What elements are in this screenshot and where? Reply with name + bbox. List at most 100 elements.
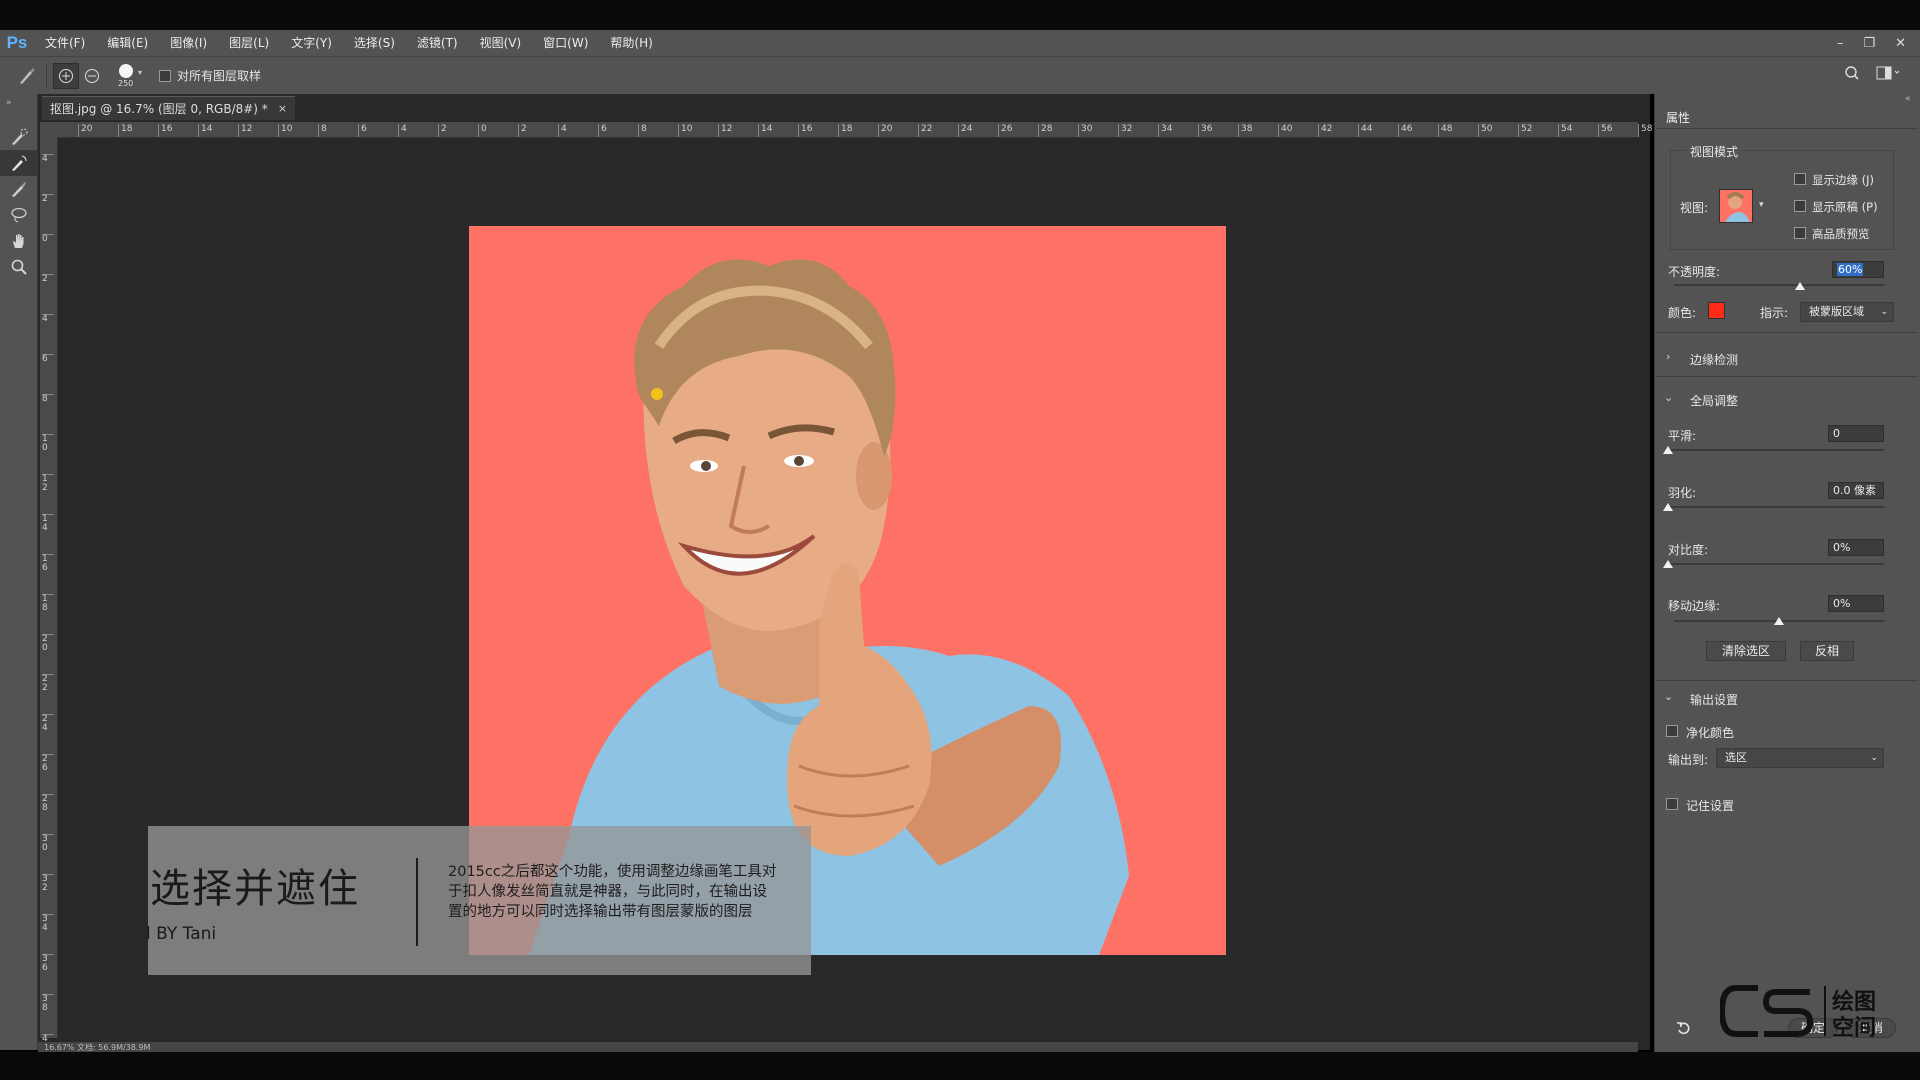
menu-item[interactable]: 图层(L) xyxy=(218,30,280,56)
global-refinements-heading[interactable]: 全局调整 xyxy=(1690,392,1738,409)
ruler-tick-label: 2 xyxy=(518,124,527,137)
show-edge-checkbox[interactable] xyxy=(1794,173,1806,185)
document-tab[interactable]: 抠图.jpg @ 16.7% (图层 0, RGB/8#) * × xyxy=(42,96,296,120)
menu-item[interactable]: 视图(V) xyxy=(469,30,533,56)
ruler-tick-label: 3 2 xyxy=(42,874,54,893)
ruler-tick-label: 24 xyxy=(958,124,972,137)
contrast-slider-thumb[interactable] xyxy=(1663,560,1673,568)
decontaminate-checkbox[interactable] xyxy=(1666,725,1678,737)
overlay-color-swatch[interactable] xyxy=(1708,302,1725,319)
ruler-tick-label: 20 xyxy=(78,124,92,137)
output-settings-heading[interactable]: 输出设置 xyxy=(1690,691,1738,708)
add-to-selection-icon[interactable] xyxy=(53,62,79,89)
vertical-ruler: 4 2 0 2 4 6 8 1 0 1 2 1 4 1 6 1 8 2 0 2 2 2 4 2 6 2 8 3 0… xyxy=(40,138,58,1053)
menu-item[interactable]: 图像(I) xyxy=(159,30,218,56)
shift-edge-slider-thumb[interactable] xyxy=(1774,617,1784,625)
ruler-tick-label: 30 xyxy=(1078,124,1092,137)
ruler-tick-label: 0 xyxy=(42,234,54,244)
menu-item[interactable]: 编辑(E) xyxy=(96,30,159,56)
opacity-slider-track[interactable] xyxy=(1674,284,1884,286)
ruler-tick-label: 16 xyxy=(158,124,172,137)
reset-icon[interactable] xyxy=(1676,1020,1692,1039)
quick-selection-tool-icon[interactable] xyxy=(0,124,38,150)
output-to-dropdown[interactable]: 选区 ⌄ xyxy=(1716,748,1884,768)
watermark-divider xyxy=(1824,986,1826,1036)
zoom-tool-icon[interactable] xyxy=(0,254,38,280)
menu-item[interactable]: 文件(F) xyxy=(34,30,96,56)
chevron-down-icon[interactable]: ⌄ xyxy=(1664,391,1673,404)
smooth-slider-thumb[interactable] xyxy=(1663,446,1673,454)
close-icon[interactable]: ✕ xyxy=(1895,36,1906,51)
ruler-tick-label: 54 xyxy=(1558,124,1572,137)
chevron-down-icon[interactable]: ⌄ xyxy=(1664,690,1673,703)
ruler-tick-label: 1 4 xyxy=(42,514,54,533)
watermark-text-bottom: 空间 xyxy=(1832,1016,1877,1041)
document-title: 抠图.jpg @ 16.7% (图层 0, RGB/8#) * xyxy=(50,102,268,116)
status-text: 16.67% 文档: 56.9M/38.9M xyxy=(44,1043,151,1052)
options-bar: 250 ▾ 对所有图层取样 xyxy=(0,56,1920,94)
smooth-field[interactable]: 0 xyxy=(1828,425,1884,442)
workspace-icon[interactable] xyxy=(1876,66,1900,83)
menu-item[interactable]: 选择(S) xyxy=(343,30,406,56)
panel-expand-icon[interactable]: « xyxy=(1905,94,1911,104)
feather-field[interactable]: 0.0 像素 xyxy=(1828,482,1884,499)
separator xyxy=(1656,680,1918,681)
contrast-slider-track[interactable] xyxy=(1668,563,1884,565)
invert-button[interactable]: 反相 xyxy=(1800,641,1854,661)
chevron-down-icon[interactable]: ▾ xyxy=(1759,200,1764,210)
shift-edge-field[interactable]: 0% xyxy=(1828,595,1884,612)
refine-edge-brush-icon[interactable] xyxy=(14,63,40,89)
ruler-tick-label: 50 xyxy=(1478,124,1492,137)
clear-selection-button[interactable]: 清除选区 xyxy=(1706,641,1786,661)
minimize-icon[interactable]: – xyxy=(1837,36,1844,51)
remember-settings-checkbox[interactable] xyxy=(1666,798,1678,810)
edge-detection-heading[interactable]: 边缘检测 xyxy=(1690,351,1738,368)
ruler-tick-label: 12 xyxy=(718,124,732,137)
feather-slider-track[interactable] xyxy=(1668,506,1884,508)
ruler-tick-label: 28 xyxy=(1038,124,1052,137)
ruler-tick-label: 18 xyxy=(838,124,852,137)
feather-slider-thumb[interactable] xyxy=(1663,503,1673,511)
panel-collapse-icon[interactable]: » xyxy=(0,94,37,124)
brush-tool-icon[interactable] xyxy=(0,176,38,202)
view-mode-heading: 视图模式 xyxy=(1686,143,1743,160)
hq-preview-checkbox[interactable] xyxy=(1794,227,1806,239)
opacity-field[interactable]: 60% xyxy=(1832,261,1884,278)
ruler-tick-label: 32 xyxy=(1118,124,1132,137)
smooth-slider-track[interactable] xyxy=(1668,449,1884,451)
menu-bar: Ps 文件(F) 编辑(E) 图像(I) 图层(L) 文字(Y) 选择(S) 滤镜(T) 视图… xyxy=(0,30,1920,56)
horizontal-ruler: 20 18 16 14 12 10 8 6 4 2 0 2 4 6 8 10 12 14 16 18 20 22 24 26 2… xyxy=(58,122,1652,138)
view-mode-thumbnail[interactable] xyxy=(1719,189,1753,223)
ruler-tick-label: 1 6 xyxy=(42,554,54,573)
show-original-checkbox[interactable] xyxy=(1794,200,1806,212)
menu-item[interactable]: 滤镜(T) xyxy=(406,30,469,56)
brush-size-value: 250 xyxy=(118,78,134,88)
subtract-from-selection-icon[interactable] xyxy=(79,63,105,89)
search-icon[interactable] xyxy=(1844,65,1860,84)
menu-item[interactable]: 帮助(H) xyxy=(599,30,663,56)
restore-icon[interactable]: ❐ xyxy=(1863,36,1875,51)
refine-edge-brush-tool-icon[interactable] xyxy=(0,150,38,176)
sample-all-layers-checkbox[interactable] xyxy=(159,69,171,82)
menu-items: 文件(F) 编辑(E) 图像(I) 图层(L) 文字(Y) 选择(S) 滤镜(T) 视图(V)… xyxy=(34,30,664,56)
indicate-dropdown[interactable]: 被蒙版区域 ⌄ xyxy=(1800,302,1894,322)
close-tab-icon[interactable]: × xyxy=(278,102,287,115)
tools-panel: » xyxy=(0,94,38,1050)
opacity-slider-thumb[interactable] xyxy=(1795,282,1805,290)
lasso-tool-icon[interactable] xyxy=(0,202,38,228)
hand-tool-icon[interactable] xyxy=(0,228,38,254)
shift-edge-label: 移动边缘: xyxy=(1668,599,1721,613)
caption-body: 2015cc之后都这个功能，使用调整边缘画笔工具对于扣人像发丝简直就是神器，与此… xyxy=(448,864,777,920)
ruler-tick-label: 2 4 xyxy=(42,714,54,733)
output-to-label: 输出到: xyxy=(1668,753,1709,767)
indicate-label: 指示: xyxy=(1760,306,1789,320)
ruler-tick-label: 4 xyxy=(558,124,567,137)
ruler-tick-label: 18 xyxy=(118,124,132,137)
chevron-right-icon[interactable]: › xyxy=(1666,350,1670,363)
contrast-field[interactable]: 0% xyxy=(1828,539,1884,556)
brush-size-picker[interactable]: 250 ▾ xyxy=(113,61,147,91)
ruler-tick-label: 40 xyxy=(1278,124,1292,137)
menu-item[interactable]: 文字(Y) xyxy=(280,30,343,56)
properties-tab[interactable]: 属性 xyxy=(1656,108,1716,128)
menu-item[interactable]: 窗口(W) xyxy=(532,30,599,56)
